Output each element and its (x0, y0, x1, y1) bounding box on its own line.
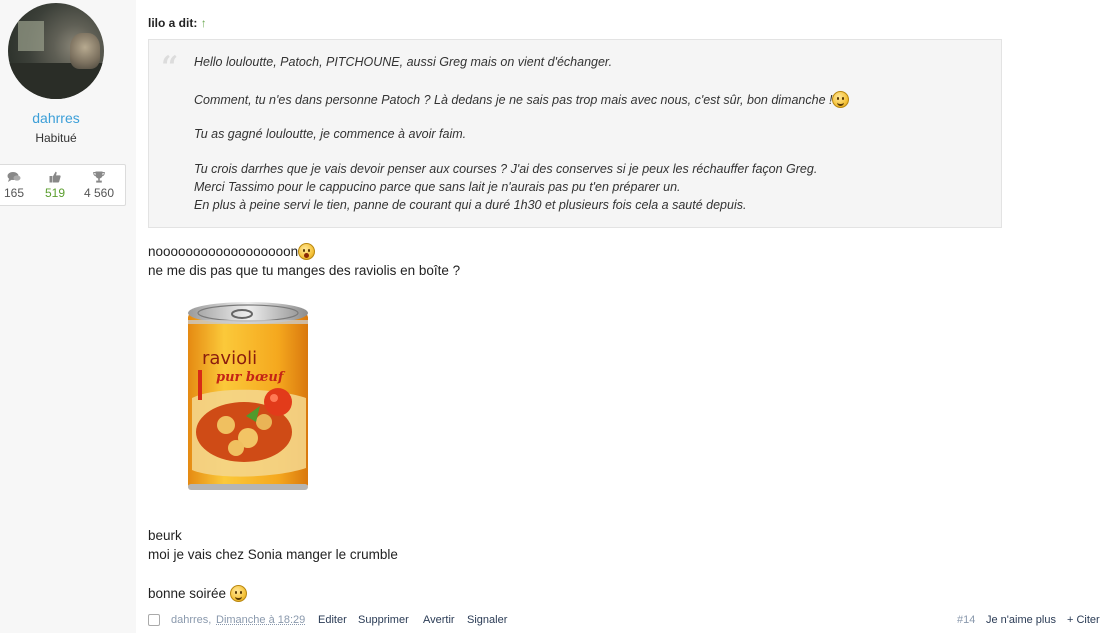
post-number-link[interactable]: #14 (957, 614, 975, 626)
username-link[interactable]: dahrres (0, 110, 112, 126)
message-line: bonne soirée (148, 585, 247, 602)
quote-jump-arrow-icon[interactable]: ↑ (201, 16, 207, 30)
quote-line: Tu crois darrhes que je vais devoir pens… (194, 162, 818, 176)
can-label-subtitle: pur bœuf (216, 370, 284, 385)
quote-mark-icon: “ (161, 50, 179, 85)
can-label-ravioli: ravioli (202, 348, 258, 369)
user-stats: 165 519 4 560 (0, 164, 126, 206)
thumbs-up-icon (34, 170, 76, 184)
quote-block: “ Hello louloutte, Patoch, PITCHOUNE, au… (148, 39, 1002, 228)
user-title: Habitué (35, 131, 77, 145)
quote-reply-link[interactable]: + Citer (1067, 614, 1100, 626)
likes-count: 519 (44, 186, 66, 200)
stat-messages: 165 (0, 165, 35, 205)
delete-link[interactable]: Supprimer (358, 614, 409, 626)
stat-points: 4 560 (78, 165, 120, 205)
speech-bubbles-icon (0, 170, 35, 184)
quote-line: Merci Tassimo pour le cappucino parce qu… (194, 180, 681, 194)
message-line: moi je vais chez Sonia manger le crumble (148, 547, 398, 562)
quote-line: Tu as gagné louloutte, je commence à avo… (194, 127, 467, 141)
quote-author: lilo a dit: (148, 16, 198, 30)
quote-line: En plus à peine servi le tien, panne de … (194, 198, 747, 212)
report-link[interactable]: Signaler (467, 614, 507, 626)
messages-count: 165 (3, 186, 25, 200)
shocked-emoji-icon (298, 243, 316, 260)
wink-emoji-icon (229, 585, 247, 602)
post-author-link[interactable]: dahrres, (171, 614, 211, 626)
avatar[interactable] (8, 3, 104, 99)
select-post-checkbox[interactable] (148, 614, 160, 626)
post-footer: dahrres, Dimanche à 18:29 Editer Supprim… (148, 613, 1100, 629)
trophy-icon (78, 170, 120, 184)
unlike-link[interactable]: Je n'aime plus (986, 614, 1056, 626)
post-user-sidebar: dahrres Habitué 165 519 4 560 (0, 0, 136, 633)
message-line: noooooooooooooooooon (148, 243, 316, 260)
ravioli-can-image: ravioli pur bœuf (186, 300, 310, 502)
warn-link[interactable]: Avertir (423, 614, 455, 626)
quote-attribution: lilo a dit: ↑ (148, 16, 207, 30)
stat-likes: 519 (34, 165, 76, 205)
quote-line: Comment, tu n'es dans personne Patoch ? … (194, 91, 850, 108)
smile-emoji-icon (832, 91, 850, 108)
message-line: ne me dis pas que tu manges des raviolis… (148, 263, 461, 278)
message-line: beurk (148, 528, 182, 543)
edit-link[interactable]: Editer (318, 614, 347, 626)
post-date-link[interactable]: Dimanche à 18:29 (216, 614, 305, 626)
points-count: 4 560 (83, 186, 115, 200)
quote-line: Hello louloutte, Patoch, PITCHOUNE, auss… (194, 55, 613, 69)
